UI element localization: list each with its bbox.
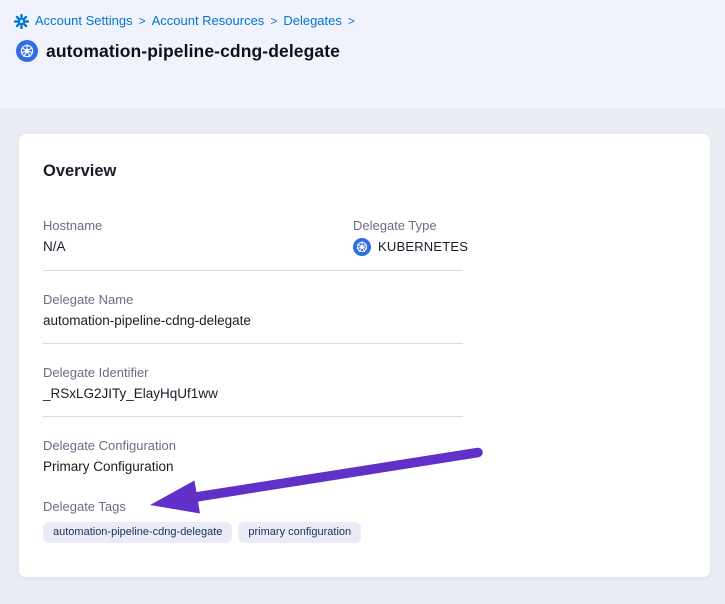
- delegate-tags-list: automation-pipeline-cdng-delegate primar…: [43, 522, 463, 543]
- field-row-hostname-type: Hostname N/A Delegate Type: [43, 217, 463, 257]
- field-delegate-name: Delegate Name automation-pipeline-cdng-d…: [43, 291, 463, 331]
- field-delegate-tags: Delegate Tags automation-pipeline-cdng-d…: [43, 498, 463, 543]
- kubernetes-icon: [353, 238, 371, 256]
- hostname-label: Hostname: [43, 217, 353, 235]
- hostname-value: N/A: [43, 237, 353, 257]
- section-divider: [43, 343, 463, 344]
- delegate-tag: primary configuration: [238, 522, 361, 543]
- field-delegate-identifier: Delegate Identifier _RSxLG2JITy_ElayHqUf…: [43, 364, 463, 404]
- delegate-type-value: KUBERNETES: [378, 237, 468, 257]
- kubernetes-icon: [16, 40, 38, 62]
- section-divider: [43, 270, 463, 271]
- breadcrumb-account-settings[interactable]: Account Settings: [35, 13, 133, 29]
- delegate-name-label: Delegate Name: [43, 291, 463, 309]
- delegate-configuration-label: Delegate Configuration: [43, 437, 463, 455]
- page-title: automation-pipeline-cdng-delegate: [46, 41, 340, 62]
- delegate-configuration-value: Primary Configuration: [43, 457, 463, 477]
- field-hostname: Hostname N/A: [43, 217, 353, 257]
- breadcrumb: Account Settings > Account Resources > D…: [14, 13, 711, 29]
- section-divider: [43, 416, 463, 417]
- breadcrumb-delegates[interactable]: Delegates: [283, 13, 342, 29]
- delegate-tag: automation-pipeline-cdng-delegate: [43, 522, 232, 543]
- field-delegate-type: Delegate Type: [353, 217, 468, 257]
- gear-icon: [14, 14, 29, 29]
- delegate-identifier-label: Delegate Identifier: [43, 364, 463, 382]
- breadcrumb-separator: >: [348, 13, 355, 29]
- delegate-type-label: Delegate Type: [353, 217, 468, 235]
- breadcrumb-separator: >: [270, 13, 277, 29]
- overview-card: Overview Hostname N/A Delegate Type: [18, 133, 711, 578]
- breadcrumb-separator: >: [139, 13, 146, 29]
- title-row: automation-pipeline-cdng-delegate: [16, 40, 711, 62]
- breadcrumb-account-resources[interactable]: Account Resources: [152, 13, 265, 29]
- delegate-tags-label: Delegate Tags: [43, 498, 463, 516]
- delegate-name-value: automation-pipeline-cdng-delegate: [43, 311, 463, 331]
- delegate-identifier-value: _RSxLG2JITy_ElayHqUf1ww: [43, 384, 463, 404]
- field-delegate-configuration: Delegate Configuration Primary Configura…: [43, 437, 463, 477]
- page-header: Account Settings > Account Resources > D…: [0, 0, 725, 108]
- overview-heading: Overview: [43, 161, 686, 181]
